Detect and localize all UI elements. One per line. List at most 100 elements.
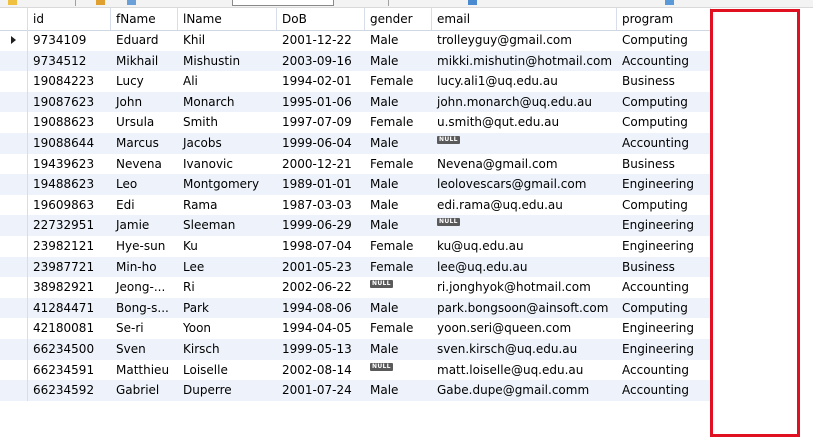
cell-id[interactable]: 22732951 xyxy=(28,215,111,236)
cell-fname[interactable]: Ursula xyxy=(111,112,178,133)
cell-id[interactable]: 19088623 xyxy=(28,112,111,133)
cell-lname[interactable]: Ku xyxy=(178,236,277,257)
cell-dob[interactable]: 2000-12-21 xyxy=(277,154,365,175)
table-row[interactable]: 41284471 Bong-s... Park 1994-08-06 Male park.… xyxy=(0,297,711,319)
cell-fname[interactable]: Eduard xyxy=(111,30,178,51)
table-row[interactable]: 19087623 John Monarch 1995-01-06 Male john.mo… xyxy=(0,91,711,113)
refresh-icon[interactable] xyxy=(96,0,105,5)
table-row[interactable]: 23982121 Hye-sun Ku 1998-07-04 Female ku@uq.e… xyxy=(0,236,711,257)
cell-email[interactable]: mikki.mishutin@hotmail.com xyxy=(432,51,617,72)
cell-gender[interactable]: Male xyxy=(365,174,432,195)
lightning-icon[interactable] xyxy=(8,0,17,5)
row-selector[interactable] xyxy=(0,215,28,236)
cell-email[interactable]: Nevena@gmail.com xyxy=(432,154,617,175)
cell-program[interactable]: Accounting xyxy=(617,133,711,154)
cell-program[interactable]: Business xyxy=(617,257,711,278)
cell-fname[interactable]: Marcus xyxy=(111,133,178,154)
cell-program[interactable]: Engineering xyxy=(617,236,711,257)
cell-fname[interactable]: Mikhail xyxy=(111,51,178,72)
cell-lname[interactable]: Ali xyxy=(178,71,277,92)
cell-program[interactable]: Computing xyxy=(617,195,711,216)
cell-dob[interactable]: 2001-12-22 xyxy=(277,30,365,51)
row-selector[interactable] xyxy=(0,153,28,175)
row-selector[interactable] xyxy=(0,91,28,113)
cell-email[interactable]: lucy.ali1@uq.edu.au xyxy=(432,71,617,92)
grid-view-icon[interactable] xyxy=(127,0,136,5)
table-row[interactable]: 19609863 Edi Rama 1987-03-03 Male edi.rama@uq… xyxy=(0,194,711,216)
cell-program[interactable]: Engineering xyxy=(617,215,711,236)
cell-gender[interactable]: Female xyxy=(365,71,432,92)
cell-email[interactable]: sven.kirsch@uq.edu.au xyxy=(432,339,617,360)
cell-id[interactable]: 19087623 xyxy=(28,92,111,113)
cell-dob[interactable]: 2001-07-24 xyxy=(277,380,365,401)
cell-dob[interactable]: 1995-01-06 xyxy=(277,92,365,113)
cell-program[interactable]: Accounting xyxy=(617,380,711,401)
cell-fname[interactable]: Matthieu xyxy=(111,360,178,381)
cell-fname[interactable]: Sven xyxy=(111,339,178,360)
cell-id[interactable]: 19609863 xyxy=(28,195,111,216)
cell-gender[interactable]: Male xyxy=(365,30,432,51)
cell-fname[interactable]: Jamie xyxy=(111,215,178,236)
cell-gender[interactable]: Male xyxy=(365,195,432,216)
cell-id[interactable]: 9734109 xyxy=(28,30,111,51)
cell-email[interactable]: trolleyguy@gmail.com xyxy=(432,30,617,51)
cell-lname[interactable]: Loiselle xyxy=(178,360,277,381)
column-header-lname[interactable]: lName xyxy=(178,8,277,30)
column-header-program[interactable]: program xyxy=(617,8,711,30)
cell-fname[interactable]: Jeong-... xyxy=(111,277,178,298)
row-selector[interactable] xyxy=(0,133,28,154)
cell-fname[interactable]: Gabriel xyxy=(111,380,178,401)
cell-gender[interactable]: Male xyxy=(365,133,432,154)
row-selector[interactable] xyxy=(0,359,28,381)
cell-fname[interactable]: Bong-s... xyxy=(111,298,178,319)
row-selector[interactable] xyxy=(0,236,28,257)
cell-id[interactable]: 23982121 xyxy=(28,236,111,257)
row-selector[interactable] xyxy=(0,339,28,360)
row-selector[interactable] xyxy=(0,380,28,401)
table-row[interactable]: 66234591 Matthieu Loiselle 2002-08-14 NULL ma… xyxy=(0,359,711,381)
row-selector[interactable] xyxy=(0,256,28,278)
row-selector[interactable] xyxy=(0,277,28,298)
cell-id[interactable]: 42180081 xyxy=(28,318,111,339)
cell-dob[interactable]: 2002-08-14 xyxy=(277,360,365,381)
cell-lname[interactable]: Ivanovic xyxy=(178,154,277,175)
row-selector[interactable] xyxy=(0,318,28,339)
cell-lname[interactable]: Khil xyxy=(178,30,277,51)
cell-gender[interactable]: Male xyxy=(365,339,432,360)
cell-fname[interactable]: Edi xyxy=(111,195,178,216)
cell-dob[interactable]: 2003-09-16 xyxy=(277,51,365,72)
table-row[interactable]: 42180081 Se-ri Yoon 1994-04-05 Female yoon.se… xyxy=(0,318,711,339)
cell-lname[interactable]: Ri xyxy=(178,277,277,298)
cell-gender[interactable]: Female xyxy=(365,318,432,339)
cell-program[interactable]: Computing xyxy=(617,92,711,113)
cell-lname[interactable]: Sleeman xyxy=(178,215,277,236)
cell-id[interactable]: 38982921 xyxy=(28,277,111,298)
cell-dob[interactable]: 1999-06-04 xyxy=(277,133,365,154)
row-selector[interactable] xyxy=(0,194,28,216)
cell-program[interactable]: Computing xyxy=(617,298,711,319)
cell-fname[interactable]: Se-ri xyxy=(111,318,178,339)
cell-email[interactable]: u.smith@qut.edu.au xyxy=(432,112,617,133)
cell-dob[interactable]: 1998-07-04 xyxy=(277,236,365,257)
cell-email[interactable]: Gabe.dupe@gmail.comm xyxy=(432,380,617,401)
table-row[interactable]: 38982921 Jeong-... Ri 2002-06-22 NULL ri.jong… xyxy=(0,277,711,298)
cell-lname[interactable]: Duperre xyxy=(178,380,277,401)
cell-email[interactable]: john.monarch@uq.edu.au xyxy=(432,92,617,113)
cell-id[interactable]: 19488623 xyxy=(28,174,111,195)
cell-email[interactable]: lee@uq.edu.au xyxy=(432,257,617,278)
export-icon[interactable] xyxy=(468,0,477,5)
cell-program[interactable]: Engineering xyxy=(617,339,711,360)
cell-email[interactable]: leolovescars@gmail.com xyxy=(432,174,617,195)
cell-program[interactable]: Business xyxy=(617,154,711,175)
row-selector[interactable] xyxy=(0,30,28,51)
cell-gender[interactable]: Female xyxy=(365,236,432,257)
cell-dob[interactable]: 1994-04-05 xyxy=(277,318,365,339)
table-row[interactable]: 23987721 Min-ho Lee 2001-05-23 Female lee@uq.… xyxy=(0,256,711,278)
column-header-email[interactable]: email xyxy=(432,8,617,30)
cell-gender[interactable]: Male xyxy=(365,92,432,113)
cell-gender[interactable]: Female xyxy=(365,154,432,175)
column-header-gender[interactable]: gender xyxy=(365,8,432,30)
cell-program[interactable]: Accounting xyxy=(617,51,711,72)
cell-dob[interactable]: 2001-05-23 xyxy=(277,257,365,278)
cell-fname[interactable]: Leo xyxy=(111,174,178,195)
